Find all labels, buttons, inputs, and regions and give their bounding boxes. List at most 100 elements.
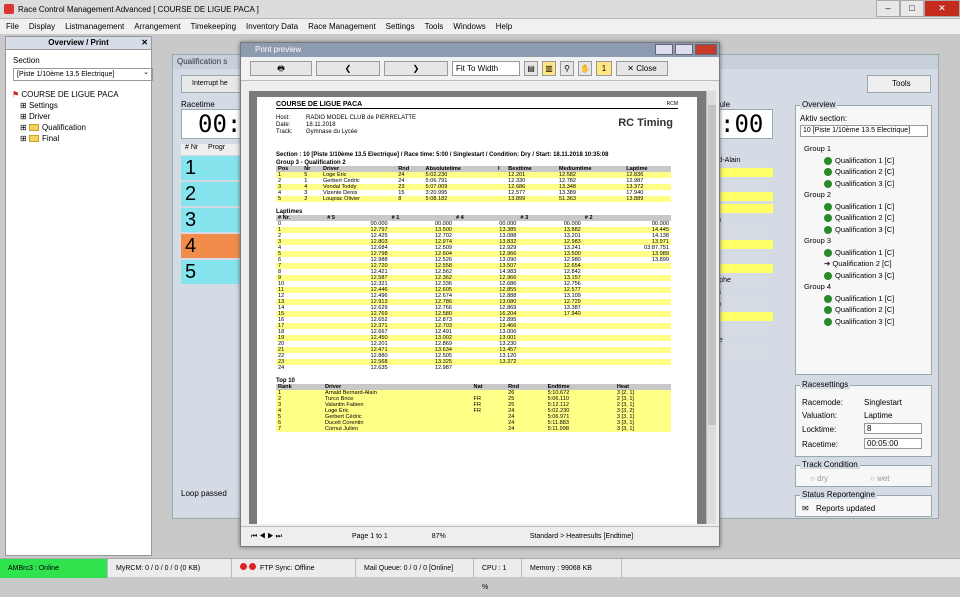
- status-icon: [824, 202, 832, 211]
- qualification-item[interactable]: Qualification 3 [C]: [804, 316, 931, 328]
- app-titlebar: Race Control Management Advanced [ COURS…: [0, 0, 960, 19]
- racesettings-box: Racesettings Racemode: Singlestart Valua…: [795, 380, 932, 457]
- print-preview-window: Print preview 🖶 ❮ ❯ Fit To Width ▤ ▥ ⚲ ✋…: [240, 42, 720, 547]
- tools-button[interactable]: Tools: [867, 75, 931, 93]
- page-of: Page 1 to 1: [351, 533, 388, 540]
- tree-item-driver[interactable]: ⊞ Driver: [12, 111, 151, 122]
- ftp-status: FTP Sync: Offline: [259, 564, 315, 572]
- table-cell: [454, 365, 518, 371]
- track-condition-box: Track Condition ○ dry ○ wet: [795, 460, 932, 487]
- scroll-thumb[interactable]: [708, 105, 716, 425]
- menu-help[interactable]: Help: [496, 22, 512, 31]
- preview-minimize[interactable]: [655, 44, 673, 55]
- rc-timing-logo: RC Timing: [618, 117, 673, 129]
- group-3[interactable]: Group 3: [804, 235, 931, 247]
- fit-select[interactable]: Fit To Width: [452, 61, 520, 76]
- menu-arrangement[interactable]: Arrangement: [134, 22, 180, 31]
- qualification-item[interactable]: Qualification 3 [C]: [804, 270, 931, 282]
- menu-timekeeping[interactable]: Timekeeping: [191, 22, 237, 31]
- qualification-item[interactable]: Qualification 3 [C]: [804, 178, 931, 190]
- section-select[interactable]: [Piste 1/10ème 13.5 Electrique]: [13, 67, 153, 81]
- zoom-icon[interactable]: ⚲: [560, 61, 574, 76]
- racetime-input[interactable]: 00:05:00: [864, 438, 922, 449]
- menu-race-management[interactable]: Race Management: [308, 22, 376, 31]
- status-icon: [824, 306, 832, 315]
- prev-page-button[interactable]: ❮: [316, 61, 380, 76]
- qualification-item[interactable]: Qualification 2 [C]: [804, 304, 931, 316]
- report-type: Standard > Heatresults [Endtime]: [529, 533, 634, 540]
- qualification-item[interactable]: Qualification 1 [C]: [804, 293, 931, 305]
- status-icon: [824, 179, 832, 188]
- preview-maximize[interactable]: [675, 44, 693, 55]
- status-bar: AMBrc3 : Online MyRCM: 0 / 0 / 0 / 0 (0 …: [0, 558, 960, 591]
- single-page-icon[interactable]: ▤: [524, 61, 538, 76]
- overview-title: Overview: [800, 100, 838, 109]
- menu-inventory-data[interactable]: Inventory Data: [246, 22, 298, 31]
- table-cell: 5:11.998: [545, 426, 615, 432]
- two-page-icon[interactable]: ▥: [542, 61, 556, 76]
- app-icon: [4, 4, 14, 14]
- menu-display[interactable]: Display: [29, 22, 55, 31]
- close-preview-button[interactable]: ✕ Close: [616, 61, 668, 76]
- wet-radio[interactable]: ○ wet: [870, 474, 890, 483]
- mail-queue: Mail Queue: 0 / 0 / 0 [Online]: [356, 558, 474, 578]
- preview-title: Print preview: [255, 45, 302, 54]
- ambrc-status: AMBrc3 : Online: [0, 558, 108, 578]
- page-number-box[interactable]: 1: [596, 61, 612, 76]
- racesettings-title: Racesettings: [800, 380, 851, 389]
- minimize-button[interactable]: –: [876, 0, 900, 17]
- locktime-input[interactable]: 8: [864, 423, 922, 434]
- page-nav-icons[interactable]: ⏮ ◀ ▶ ⏭: [251, 533, 282, 541]
- tree-item-qualification[interactable]: ⊞ Qualification: [12, 122, 151, 133]
- panel-close-icon[interactable]: ✕: [141, 37, 148, 49]
- racemode-label: Racemode:: [802, 398, 843, 407]
- qualification-item[interactable]: Qualification 1 [C]: [804, 155, 931, 167]
- status-icon: [824, 248, 832, 257]
- folder-icon: [28, 135, 39, 143]
- menu-windows[interactable]: Windows: [453, 22, 485, 31]
- menu-listmanagement[interactable]: Listmanagement: [65, 22, 124, 31]
- preview-close-x[interactable]: [695, 44, 717, 55]
- preview-scrollbar[interactable]: [706, 91, 716, 524]
- racetime-setting-label: Racetime:: [802, 440, 839, 449]
- preview-toolbar: 🖶 ❮ ❯ Fit To Width ▤ ▥ ⚲ ✋ 1 ✕ Close: [241, 57, 719, 81]
- qualification-item[interactable]: Qualification 1 [C]: [804, 201, 931, 213]
- qualification-item[interactable]: ➔ Qualification 2 [C]: [804, 258, 931, 270]
- dry-radio[interactable]: ○ dry: [810, 474, 828, 483]
- hand-icon[interactable]: ✋: [578, 61, 592, 76]
- app-title: Race Control Management Advanced [ COURS…: [18, 4, 259, 14]
- group-2[interactable]: Group 2: [804, 189, 931, 201]
- tree-item-settings[interactable]: ⊞ Settings: [12, 100, 151, 111]
- report-status-icon: ✉: [802, 504, 809, 513]
- myrcm-status: MyRCM: 0 / 0 / 0 / 0 (0 KB): [108, 558, 232, 578]
- aktiv-section-select[interactable]: 10 [Piste 1/10ème 13.5 Electrique]: [800, 125, 928, 137]
- tree-item-final[interactable]: ⊞ Final: [12, 133, 151, 144]
- menu-tools[interactable]: Tools: [425, 22, 444, 31]
- table-cell: 12.635: [370, 365, 388, 371]
- table-cell: 24: [278, 365, 285, 371]
- red-dot-icon: [249, 562, 256, 570]
- qualification-item[interactable]: Qualification 2 [C]: [804, 212, 931, 224]
- menu-file[interactable]: File: [6, 22, 19, 31]
- qualification-item[interactable]: Qualification 3 [C]: [804, 224, 931, 236]
- status-icon: [824, 214, 832, 223]
- qualification-item[interactable]: Qualification 2 [C]: [804, 166, 931, 178]
- menu-settings[interactable]: Settings: [386, 22, 415, 31]
- lap-row: 24 12.635 12.987: [276, 365, 671, 371]
- zoom-level: 87%: [431, 533, 446, 540]
- tree-root[interactable]: ⚑ COURSE DE LIGUE PACA: [12, 89, 151, 100]
- preview-area: COURSE DE LIGUE PACA RCM Host: RADIO MODEL…: [249, 91, 707, 524]
- next-page-button[interactable]: ❯: [384, 61, 448, 76]
- status-icon: [824, 317, 832, 326]
- report-tree: ⚑ COURSE DE LIGUE PACA ⊞ Settings ⊞ Driv…: [12, 89, 151, 144]
- group-tree: Group 1 Qualification 1 [C] Qualificatio…: [804, 143, 931, 327]
- qualification-item[interactable]: Qualification 1 [C]: [804, 247, 931, 259]
- panel-title: Overview / Print: [48, 38, 109, 47]
- section-label: Section: [13, 56, 40, 65]
- report-header: COURSE DE LIGUE PACA: [276, 101, 363, 108]
- close-button[interactable]: ✕: [924, 0, 960, 17]
- print-button[interactable]: 🖶: [250, 61, 312, 76]
- group-1[interactable]: Group 1: [804, 143, 931, 155]
- group-4[interactable]: Group 4: [804, 281, 931, 293]
- maximize-button[interactable]: □: [900, 0, 924, 17]
